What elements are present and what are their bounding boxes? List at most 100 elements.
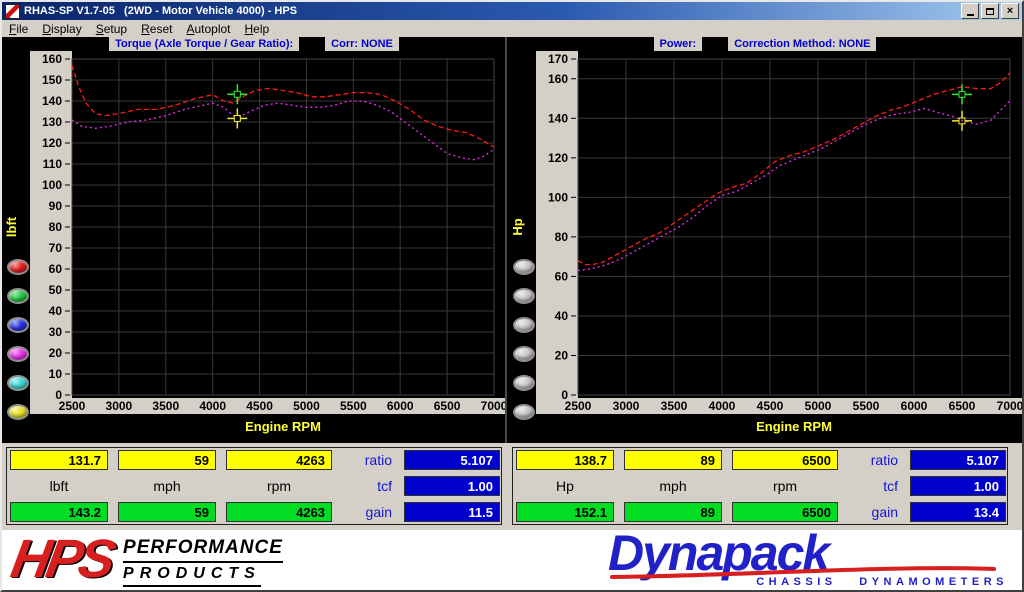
channel-button-5[interactable]	[513, 375, 535, 391]
svg-text:4000: 4000	[199, 399, 226, 413]
panel-divider	[505, 37, 507, 443]
maximize-button[interactable]	[981, 3, 999, 19]
window-controls: ×	[959, 3, 1019, 19]
svg-text:40: 40	[49, 304, 63, 318]
svg-text:100: 100	[42, 178, 62, 192]
svg-text:6500: 6500	[949, 399, 976, 413]
svg-text:130: 130	[42, 115, 62, 129]
x-axis-title: Engine RPM	[245, 419, 321, 434]
minimize-button[interactable]	[961, 3, 979, 19]
torque-chart: Torque (Axle Torque / Gear Ratio): Corr:…	[2, 37, 506, 443]
power-correction-label: Correction Method: NONE	[728, 37, 876, 51]
power-gain-value[interactable]: 13.4	[910, 502, 1006, 522]
run-magenta-dotted-trace	[578, 101, 1010, 271]
svg-text:80: 80	[555, 230, 569, 244]
menu-setup[interactable]: Setup	[89, 21, 134, 37]
power-speed-green-value: 89	[624, 502, 722, 522]
svg-text:120: 120	[42, 136, 62, 150]
svg-text:30: 30	[49, 325, 63, 339]
power-rpm-yellow-value: 6500	[732, 450, 838, 470]
hps-logo-text: HPS	[7, 531, 116, 587]
svg-text:110: 110	[43, 157, 63, 171]
tcf-label: tcf	[342, 476, 394, 496]
speed-yellow-value: 59	[118, 450, 216, 470]
channel-button-1[interactable]	[513, 259, 535, 275]
svg-text:5500: 5500	[340, 399, 367, 413]
gain-label: gain	[342, 502, 394, 522]
x-axis-title: Engine RPM	[756, 419, 832, 434]
torque-green-value: 143.2	[10, 502, 108, 522]
run-magenta-dotted-trace	[72, 101, 494, 160]
svg-text:160: 160	[548, 72, 568, 86]
unit-label-rpm: rpm	[226, 476, 332, 496]
channel-button-4[interactable]	[513, 346, 535, 362]
rpm-yellow-value: 4263	[226, 450, 332, 470]
run-button-cyan[interactable]	[7, 375, 29, 391]
power-yellow-value: 138.7	[516, 450, 614, 470]
svg-text:10: 10	[49, 367, 63, 381]
app-icon	[5, 4, 20, 19]
menu-autoplot[interactable]: Autoplot	[179, 21, 237, 37]
torque-correction-label: Corr: NONE	[325, 37, 399, 51]
torque-plot: 0102030405060708090100110120130140150160…	[2, 51, 506, 443]
svg-text:3000: 3000	[613, 399, 640, 413]
channel-button-3[interactable]	[513, 317, 535, 333]
menu-file[interactable]: File	[2, 21, 35, 37]
svg-text:20: 20	[49, 346, 63, 360]
close-icon: ×	[1007, 6, 1013, 16]
minimize-icon	[967, 14, 974, 16]
power-gain-label: gain	[848, 502, 900, 522]
channel-button-6[interactable]	[513, 404, 535, 420]
power-unit-label-rpm: rpm	[732, 476, 838, 496]
channel-button-2[interactable]	[513, 288, 535, 304]
close-button[interactable]: ×	[1001, 3, 1019, 19]
svg-text:6000: 6000	[901, 399, 928, 413]
cursor-yellow[interactable]	[227, 108, 247, 128]
svg-text:60: 60	[555, 269, 569, 283]
svg-text:3000: 3000	[106, 399, 133, 413]
run-button-green[interactable]	[7, 288, 29, 304]
svg-text:90: 90	[49, 199, 63, 213]
gain-value[interactable]: 11.5	[404, 502, 500, 522]
tcf-value[interactable]: 1.00	[404, 476, 500, 496]
run-red-dashed-trace	[578, 73, 1010, 265]
svg-text:160: 160	[42, 52, 62, 66]
svg-text:5500: 5500	[853, 399, 880, 413]
svg-text:50: 50	[49, 283, 63, 297]
power-plot: 0204060801001201401601702500300035004000…	[508, 51, 1022, 443]
run-button-red[interactable]	[7, 259, 29, 275]
power-chart-header: Power: Correction Method: NONE	[508, 37, 1022, 51]
ratio-value[interactable]: 5.107	[404, 450, 500, 470]
svg-text:7000: 7000	[997, 399, 1022, 413]
svg-text:140: 140	[548, 111, 568, 125]
speed-green-value: 59	[118, 502, 216, 522]
power-tcf-value[interactable]: 1.00	[910, 476, 1006, 496]
svg-text:2500: 2500	[59, 399, 86, 413]
svg-text:5000: 5000	[293, 399, 320, 413]
power-readout-panel: 138.7 89 6500 ratio 5.107 Hp mph rpm tcf…	[512, 447, 1008, 525]
svg-text:100: 100	[548, 190, 568, 204]
svg-text:20: 20	[555, 348, 569, 362]
torque-chart-title: Torque (Axle Torque / Gear Ratio):	[109, 37, 299, 51]
svg-text:7000: 7000	[481, 399, 506, 413]
svg-text:3500: 3500	[661, 399, 688, 413]
menu-display[interactable]: Display	[35, 21, 88, 37]
run-button-magenta[interactable]	[7, 346, 29, 362]
hps-products-text: PRODUCTS	[123, 563, 261, 587]
run-button-yellow[interactable]	[7, 404, 29, 420]
svg-text:4000: 4000	[709, 399, 736, 413]
menu-help[interactable]: Help	[238, 21, 277, 37]
run-button-blue[interactable]	[7, 317, 29, 333]
title-bar[interactable]: RHAS-SP V1.7-05 (2WD - Motor Vehicle 400…	[2, 2, 1022, 20]
window-title: RHAS-SP V1.7-05 (2WD - Motor Vehicle 400…	[24, 5, 959, 17]
unit-label-hp: Hp	[516, 476, 614, 496]
menu-bar: File Display Setup Reset Autoplot Help	[2, 20, 1022, 37]
power-ratio-value[interactable]: 5.107	[910, 450, 1006, 470]
run-red-dashed-trace	[72, 65, 494, 147]
power-unit-label-mph: mph	[624, 476, 722, 496]
menu-reset[interactable]: Reset	[134, 21, 179, 37]
chart-area: Torque (Axle Torque / Gear Ratio): Corr:…	[2, 37, 1022, 443]
svg-text:3500: 3500	[152, 399, 179, 413]
channel-select-buttons	[513, 37, 537, 443]
svg-text:2500: 2500	[565, 399, 592, 413]
